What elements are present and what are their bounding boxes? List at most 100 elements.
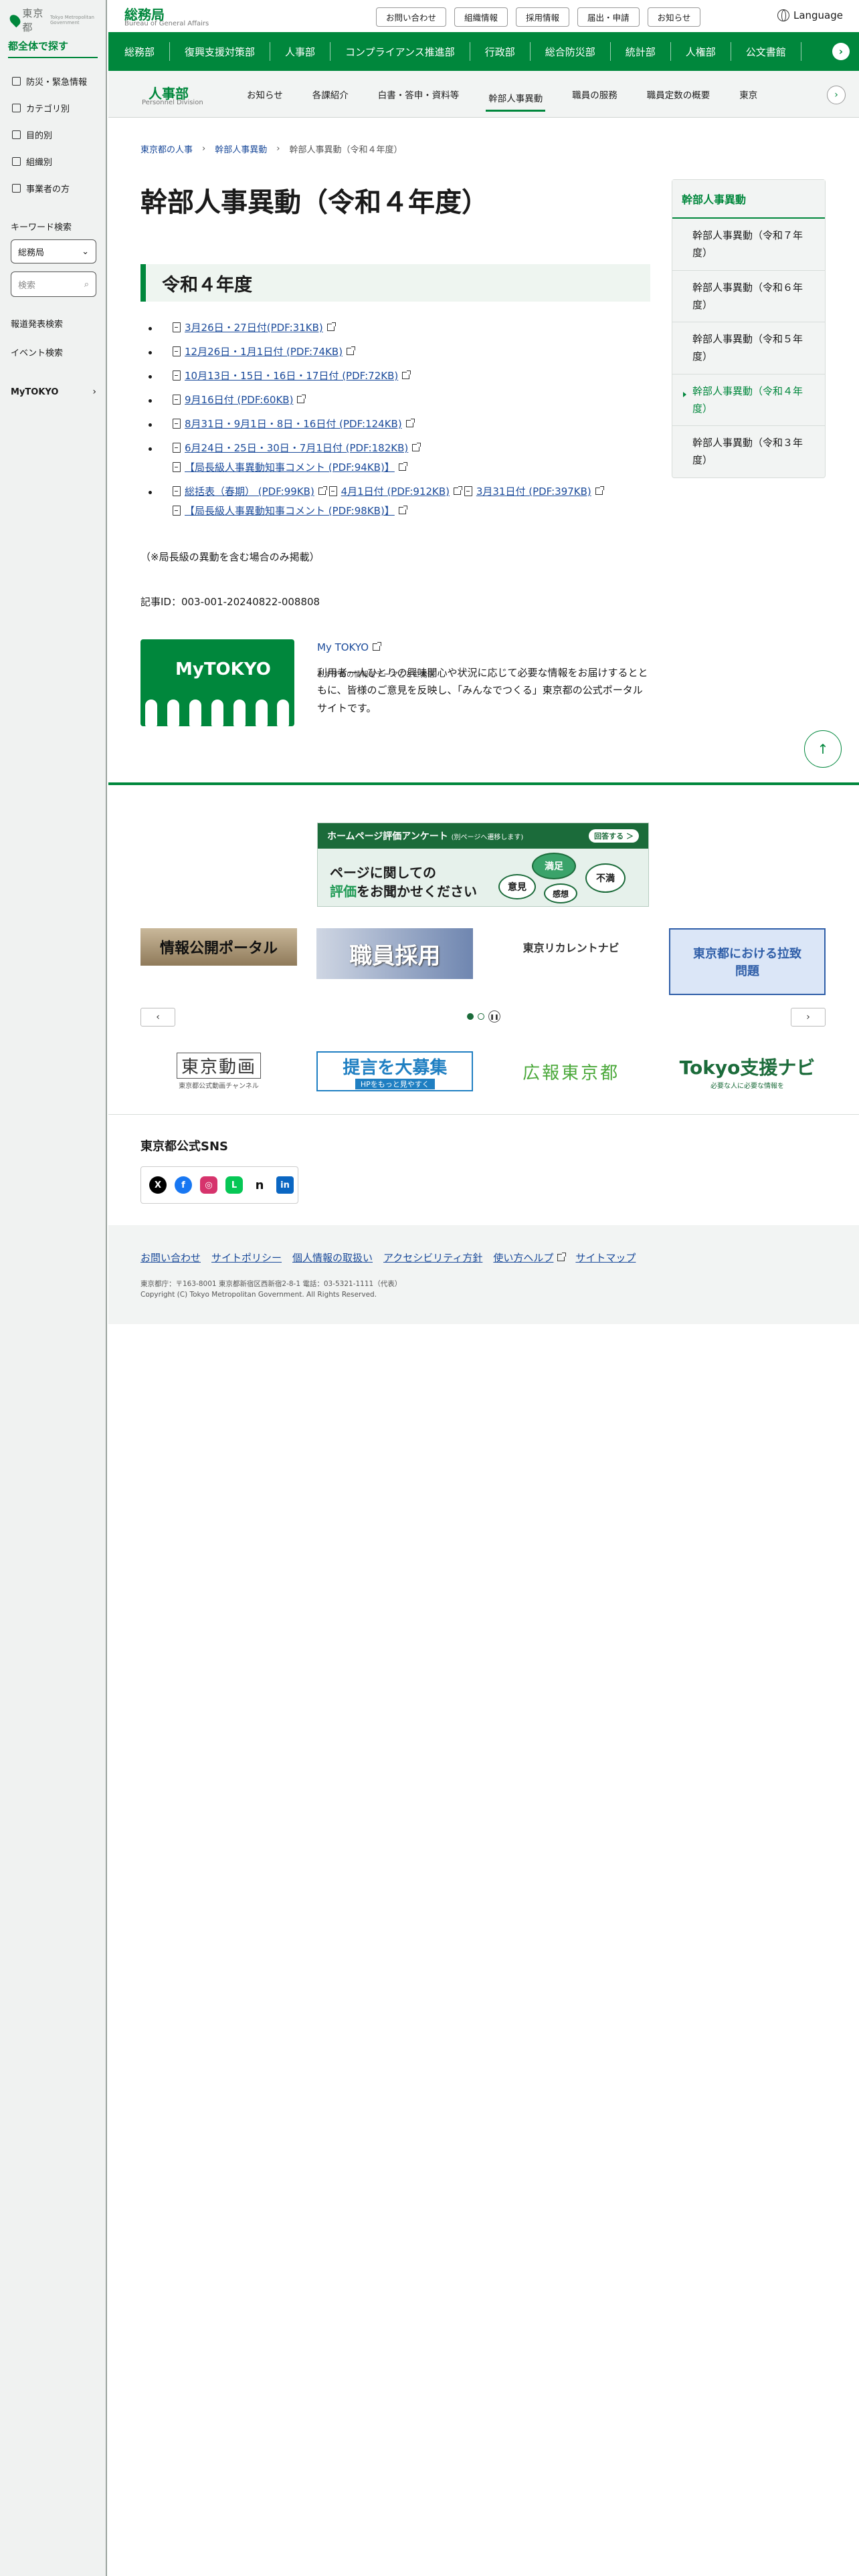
banner-abduction[interactable]: 東京都における拉致問題 [668, 928, 826, 995]
pdf-link[interactable]: 12月26日・1月1日付 (PDF:74KB) [185, 346, 343, 358]
local-nav-item[interactable]: 幹部人事異動（令和７年度） [672, 219, 825, 271]
carousel-dot-active[interactable] [467, 1013, 474, 1020]
instagram-icon[interactable]: ◎ [200, 1176, 217, 1194]
carousel-dot[interactable] [478, 1013, 484, 1020]
linkedin-icon[interactable]: in [276, 1176, 294, 1194]
survey-banner[interactable]: ホームページ評価アンケート (別ページへ遷移します) 回答する ＞ ページに関し… [317, 823, 649, 907]
util-recruit[interactable]: 採用情報 [516, 7, 570, 27]
banner-koho-tokyo[interactable]: 広報東京都 [493, 1051, 650, 1091]
pdf-link[interactable]: 【局長級人事異動知事コメント (PDF:98KB)】 [185, 505, 395, 517]
keyword-search-label: キーワード検索 [11, 223, 72, 233]
footer-link[interactable]: サイトポリシー [211, 1251, 282, 1265]
dept-nav-item[interactable]: 統計部 [611, 42, 671, 61]
press-release-search-link[interactable]: 報道発表検索 [11, 317, 106, 330]
bureau-select[interactable]: 総務局 ⌄ [11, 239, 96, 263]
people-illustration [140, 689, 294, 726]
page-title: 幹部人事異動（令和４年度） [140, 187, 488, 218]
pdf-link[interactable]: 10月13日・15日・16日・17日付 (PDF:72KB) [185, 370, 398, 382]
dept-nav-item[interactable]: コンプライアンス推進部 [330, 42, 470, 61]
breadcrumb-link[interactable]: 東京都の人事 [140, 142, 193, 155]
division-nav-item[interactable]: 職員の服務 [557, 71, 632, 117]
tokyo-logo[interactable]: 東京都 Tokyo Metropolitan Government [0, 0, 106, 33]
breadcrumb: 東京都の人事 › 幹部人事異動 › 幹部人事異動（令和４年度） [140, 142, 402, 155]
list-item: 総括表（春期） (PDF:99KB) 4月1日付 (PDF:912KB) 3月3… [149, 482, 644, 521]
footer-link[interactable]: アクセシビリティ方針 [383, 1251, 482, 1265]
division-nav-item[interactable]: 白書・答申・資料等 [363, 71, 474, 117]
pdf-link[interactable]: 8月31日・9月1日・8日・16日付 (PDF:124KB) [185, 418, 402, 430]
external-link-icon [373, 642, 382, 651]
breadcrumb-link[interactable]: 幹部人事異動 [215, 142, 267, 155]
sidebar-item-category[interactable]: カテゴリ別 [0, 94, 106, 121]
division-nav-item[interactable]: 東京 [725, 71, 772, 117]
local-nav-item-active[interactable]: 幹部人事異動（令和４年度） [672, 374, 825, 426]
sidebar-item-organization[interactable]: 組織別 [0, 148, 106, 175]
carousel-next-button[interactable]: › [791, 1008, 826, 1027]
x-icon[interactable]: X [149, 1176, 167, 1194]
division-nav-item[interactable]: 各課紹介 [298, 71, 363, 117]
util-news[interactable]: お知らせ [647, 7, 701, 27]
local-nav-item[interactable]: 幹部人事異動（令和５年度） [672, 322, 825, 374]
mytokyo-link[interactable]: My TOKYO [317, 641, 382, 653]
util-contact[interactable]: お問い合わせ [376, 7, 447, 27]
pdf-link[interactable]: 6月24日・25日・30日・7月1日付 (PDF:182KB) [185, 442, 408, 454]
pdf-link[interactable]: 4月1日付 (PDF:912KB) [341, 486, 450, 498]
pdf-icon [173, 370, 181, 381]
external-link-icon [402, 370, 411, 379]
bureau-select-value: 総務局 [18, 247, 45, 258]
footer-link[interactable]: 個人情報の取扱い [292, 1251, 373, 1265]
banner-info-portal[interactable]: 情報公開ポータル [140, 928, 297, 966]
mytokyo-side-link[interactable]: MyTOKYO おすすめの情報をテーマごとに発信 › [11, 387, 435, 679]
search-icon[interactable]: ⌕ [84, 280, 89, 290]
banner-recruit[interactable]: 職員採用 [316, 928, 474, 979]
sidebar-item-business[interactable]: 事業者の方 [0, 175, 106, 201]
pdf-link[interactable]: 9月16日付 (PDF:60KB) [185, 394, 293, 406]
pdf-link[interactable]: 【局長級人事異動知事コメント (PDF:94KB)】 [185, 461, 395, 473]
line-icon[interactable]: L [225, 1176, 243, 1194]
local-nav-heading[interactable]: 幹部人事異動 [672, 180, 825, 219]
survey-title: ホームページ評価アンケート [327, 831, 448, 842]
subnav-scroll-right-icon[interactable]: › [827, 86, 846, 104]
pdf-link[interactable]: 総括表（春期） (PDF:99KB) [185, 486, 314, 498]
division-nav-item[interactable]: 職員定数の概要 [632, 71, 725, 117]
sidebar-item-disaster[interactable]: 防災・緊急情報 [0, 68, 106, 94]
dept-nav-item[interactable]: 復興支援対策部 [170, 42, 271, 61]
language-button[interactable]: Language [777, 9, 843, 21]
pause-icon[interactable]: ❚❚ [488, 1010, 500, 1023]
site-footer: お問い合わせ サイトポリシー 個人情報の取扱い アクセシビリティ方針 使い方ヘル… [108, 1225, 859, 1324]
local-nav-item[interactable]: 幹部人事異動（令和６年度） [672, 271, 825, 322]
dept-nav-item[interactable]: 行政部 [470, 42, 531, 61]
carousel-prev-button[interactable]: ‹ [140, 1008, 175, 1027]
banner-sub-text: 東京都公式動画チャンネル [179, 1083, 259, 1090]
banner-support-navi[interactable]: Tokyo支援ナビ 必要な人に必要な情報を [669, 1051, 826, 1091]
mytokyo-banner[interactable]: MyTOKYO [140, 639, 294, 726]
nav-scroll-right-icon[interactable]: › [832, 43, 850, 60]
search-input[interactable]: 検索 ⌕ [11, 272, 96, 297]
dept-nav-item[interactable]: 人事部 [270, 42, 331, 61]
banner-proposal[interactable]: 提言を大募集 HPをもっと見やすく [316, 1051, 474, 1091]
back-to-top-button[interactable]: ↑ [804, 730, 842, 768]
pdf-link[interactable]: 3月31日付 (PDF:397KB) [476, 486, 591, 498]
division-nav-item-active[interactable]: 幹部人事異動 [486, 85, 546, 112]
banner-recurrent-navi[interactable]: 東京リカレントナビ [492, 928, 650, 966]
event-search-link[interactable]: イベント検索 [11, 346, 106, 358]
dept-nav-item[interactable]: 公文書館 [731, 42, 801, 61]
banner-tokyo-video[interactable]: 東京動画 東京都公式動画チャンネル [140, 1051, 297, 1091]
facebook-icon[interactable]: f [175, 1176, 192, 1194]
dept-nav-item[interactable]: 総務部 [108, 42, 171, 61]
dept-nav-item[interactable]: 総合防災部 [531, 42, 611, 61]
chevron-right-icon: › [92, 387, 96, 397]
note-icon[interactable]: n [251, 1176, 268, 1194]
pdf-icon [464, 486, 472, 496]
division-nav-item[interactable]: お知らせ [232, 71, 298, 117]
footer-link[interactable]: お問い合わせ [140, 1251, 201, 1265]
sidebar-item-purpose[interactable]: 目的別 [0, 121, 106, 148]
local-nav-item[interactable]: 幹部人事異動（令和３年度） [672, 426, 825, 477]
survey-answer-button[interactable]: 回答する ＞ [589, 829, 639, 843]
util-application[interactable]: 届出・申請 [577, 7, 640, 27]
building-icon [12, 183, 21, 193]
footer-link[interactable]: サイトマップ [575, 1251, 636, 1265]
util-organization[interactable]: 組織情報 [454, 7, 508, 27]
footer-link[interactable]: 使い方ヘルプ [493, 1252, 553, 1264]
dept-nav-item[interactable]: 人権部 [671, 42, 731, 61]
pdf-link[interactable]: 3月26日・27日付(PDF:31KB) [185, 322, 323, 334]
